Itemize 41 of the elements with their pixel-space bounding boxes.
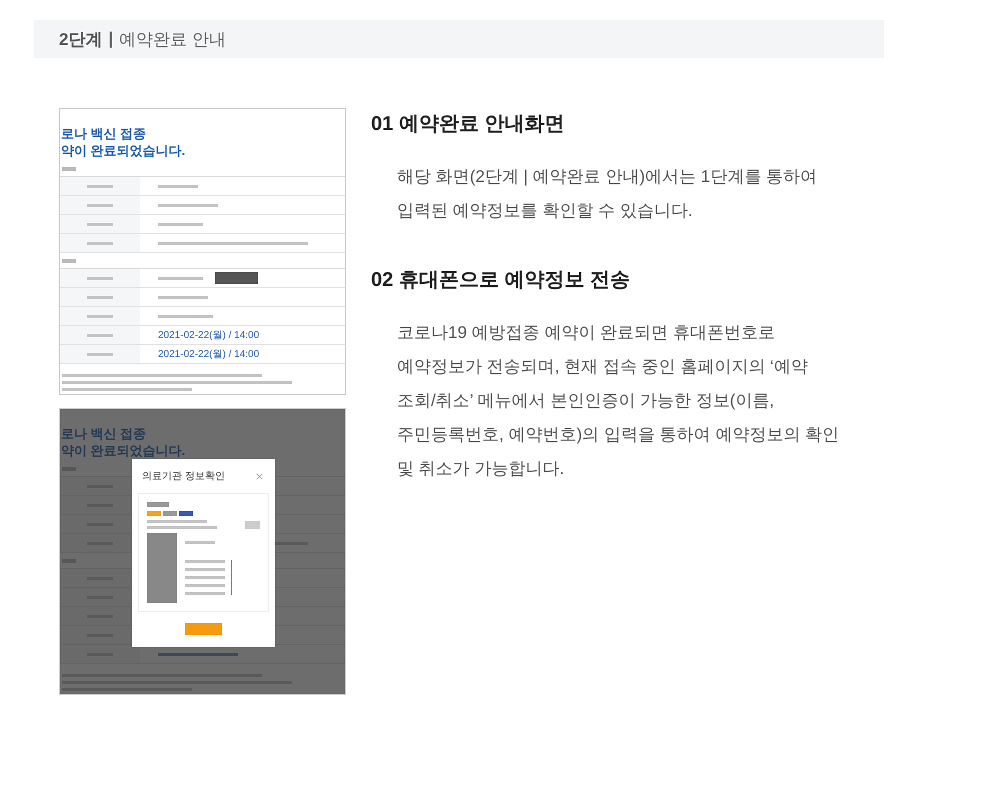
illegible-text bbox=[158, 314, 213, 318]
close-icon[interactable] bbox=[256, 472, 263, 480]
illegible-text bbox=[158, 184, 198, 188]
tag bbox=[147, 511, 161, 516]
illegible-text bbox=[62, 167, 76, 171]
tag bbox=[163, 511, 177, 516]
section-paragraph: 코로나19 예방접종 예약이 완료되면 휴대폰번호로 예약정보가 전송되며, 현재 접속 중인 홈페이지의 ‘예약 조회/취소’ 메뉴에서 본인인증이 가능한 정보(이름, 주민등록번호, 예약번호)의 입력을 통하여 예약정보의 확인 및 취소가 가능합니다. bbox=[397, 322, 839, 480]
illegible-text bbox=[185, 560, 225, 562]
thumbnail-heading: 로나 백신 접종 약이 완료되었습니다. bbox=[60, 425, 186, 460]
illegible-text bbox=[62, 259, 76, 263]
illegible-text bbox=[87, 352, 113, 356]
illegible-text bbox=[87, 314, 113, 318]
header-title: 예약완료 안내 bbox=[119, 28, 226, 50]
illegible-text bbox=[185, 592, 225, 594]
illegible-text bbox=[158, 296, 208, 298]
illegible-text bbox=[87, 222, 113, 226]
illegible-text bbox=[87, 334, 113, 336]
step-label: 2단계 bbox=[59, 28, 102, 50]
thumbnail-heading: 로나 백신 접종 약이 완료되었습니다. bbox=[60, 125, 186, 160]
illegible-text bbox=[147, 520, 207, 523]
section-paragraph: 해당 화면(2단계 | 예약완료 안내)에서는 1단계를 통하여 입력된 예약정보를 확인할 수 있습니다. bbox=[397, 166, 818, 222]
illegible-text bbox=[147, 526, 217, 529]
illegible-text bbox=[87, 184, 113, 188]
separator: | bbox=[108, 29, 114, 49]
illegible-text bbox=[185, 584, 225, 586]
illegible-text bbox=[185, 568, 225, 570]
illegible-text bbox=[147, 502, 169, 507]
section-title: 02 휴대폰으로 예약정보 전송 bbox=[371, 268, 631, 293]
modal-title: 의료기관 정보확인 bbox=[142, 470, 225, 483]
illegible-text bbox=[158, 222, 203, 226]
illegible-text bbox=[158, 276, 203, 280]
illegible-text bbox=[87, 204, 113, 206]
appointment-date: 2021-02-22(월) / 14:00 bbox=[158, 348, 260, 361]
illegible-text bbox=[185, 576, 225, 578]
illegible-text bbox=[87, 296, 113, 298]
illegible-text bbox=[158, 204, 218, 206]
section-title: 01 예약완료 안내화면 bbox=[371, 112, 566, 137]
illegible-text bbox=[87, 276, 113, 280]
illegible-text bbox=[87, 242, 113, 244]
tag bbox=[179, 511, 193, 516]
appointment-date: 2021-02-22(월) / 14:00 bbox=[158, 329, 260, 342]
